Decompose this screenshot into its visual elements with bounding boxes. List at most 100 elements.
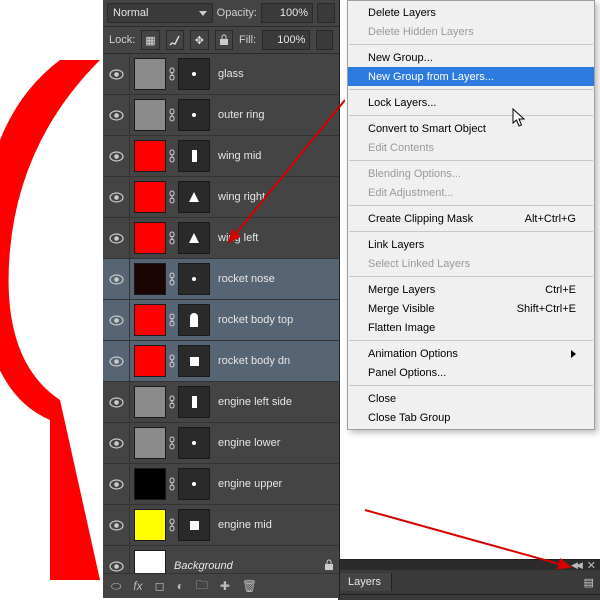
link-layers-icon[interactable]: ⬭ [111, 579, 121, 594]
visibility-toggle[interactable] [103, 505, 130, 545]
mask-link-icon[interactable] [166, 108, 178, 122]
layer-thumbnail[interactable] [134, 509, 166, 541]
menu-item[interactable]: Link Layers [348, 235, 594, 254]
mask-thumbnail[interactable] [178, 58, 210, 90]
layer-thumbnail[interactable] [134, 468, 166, 500]
visibility-toggle[interactable] [103, 218, 130, 258]
layer-thumbnail[interactable] [134, 140, 166, 172]
layer-row[interactable]: engine left side [103, 382, 339, 423]
layer-thumbnail[interactable] [134, 386, 166, 418]
layer-thumbnail[interactable] [134, 263, 166, 295]
mask-link-icon[interactable] [166, 67, 178, 81]
mask-link-icon[interactable] [166, 272, 178, 286]
mask-thumbnail[interactable] [178, 140, 210, 172]
layer-row[interactable]: glass [103, 54, 339, 95]
visibility-toggle[interactable] [103, 341, 130, 381]
visibility-toggle[interactable] [103, 464, 130, 504]
mask-link-icon[interactable] [166, 231, 178, 245]
layer-style-icon[interactable]: fx [133, 579, 142, 593]
layer-thumbnail[interactable] [134, 304, 166, 336]
menu-item[interactable]: Create Clipping MaskAlt+Ctrl+G [348, 209, 594, 228]
opacity-flyout[interactable] [317, 3, 335, 23]
visibility-toggle[interactable] [103, 54, 130, 94]
layer-row[interactable]: rocket body dn [103, 341, 339, 382]
mask-link-icon[interactable] [166, 477, 178, 491]
visibility-toggle[interactable] [103, 136, 130, 176]
mask-link-icon[interactable] [166, 354, 178, 368]
fill-flyout[interactable] [316, 30, 333, 50]
menu-item[interactable]: New Group from Layers... [348, 67, 594, 86]
new-layer-icon[interactable]: ✚ [220, 579, 230, 593]
mask-thumbnail[interactable] [178, 181, 210, 213]
layer-mask-icon[interactable]: ◻ [155, 579, 165, 593]
layer-name[interactable]: engine left side [210, 396, 339, 408]
layer-thumbnail[interactable] [134, 427, 166, 459]
delete-layer-icon[interactable]: 🗑 [242, 579, 257, 593]
layer-row[interactable]: engine mid [103, 505, 339, 546]
layer-name[interactable]: engine upper [210, 478, 339, 490]
mask-link-icon[interactable] [166, 436, 178, 450]
lock-all-button[interactable] [215, 30, 233, 50]
layers-tab[interactable]: Layers [338, 573, 392, 591]
lock-position-button[interactable]: ✥ [190, 30, 208, 50]
opacity-input[interactable]: 100% [261, 3, 313, 23]
menu-item[interactable]: Convert to Smart Object [348, 119, 594, 138]
menu-item-label: Convert to Smart Object [368, 123, 486, 135]
layer-thumbnail[interactable] [134, 345, 166, 377]
visibility-toggle[interactable] [103, 382, 130, 422]
mask-thumbnail[interactable] [178, 468, 210, 500]
mask-thumbnail[interactable] [178, 345, 210, 377]
menu-item[interactable]: Merge VisibleShift+Ctrl+E [348, 299, 594, 318]
new-group-icon[interactable]: 🗀 [196, 576, 208, 597]
layer-thumbnail[interactable] [134, 181, 166, 213]
mask-link-icon[interactable] [166, 149, 178, 163]
menu-item[interactable]: Panel Options... [348, 363, 594, 382]
layer-name[interactable]: rocket body top [210, 314, 339, 326]
layer-row[interactable]: engine upper [103, 464, 339, 505]
menu-item[interactable]: Lock Layers... [348, 93, 594, 112]
layer-row[interactable]: rocket nose [103, 259, 339, 300]
blend-mode-select[interactable]: Normal [107, 3, 213, 23]
layer-name[interactable]: Background [166, 560, 319, 572]
layer-thumbnail[interactable] [134, 58, 166, 90]
fill-input[interactable]: 100% [262, 30, 310, 50]
mask-thumbnail[interactable] [178, 222, 210, 254]
menu-item[interactable]: Merge LayersCtrl+E [348, 280, 594, 299]
mask-thumbnail[interactable] [178, 304, 210, 336]
mask-link-icon[interactable] [166, 395, 178, 409]
layer-name[interactable]: engine mid [210, 519, 339, 531]
mask-link-icon[interactable] [166, 190, 178, 204]
mask-thumbnail[interactable] [178, 263, 210, 295]
layer-name[interactable]: rocket nose [210, 273, 339, 285]
mask-thumbnail[interactable] [178, 99, 210, 131]
lock-pixels-button[interactable] [166, 30, 184, 50]
layer-thumbnail[interactable] [134, 222, 166, 254]
layer-name[interactable]: glass [210, 68, 339, 80]
adjustment-layer-icon[interactable]: ◐ [177, 579, 184, 593]
mask-thumbnail[interactable] [178, 509, 210, 541]
visibility-toggle[interactable] [103, 423, 130, 463]
menu-item[interactable]: Close [348, 389, 594, 408]
menu-item[interactable]: Close Tab Group [348, 408, 594, 427]
menu-item[interactable]: Delete Layers [348, 3, 594, 22]
mask-thumbnail[interactable] [178, 427, 210, 459]
visibility-toggle[interactable] [103, 300, 130, 340]
visibility-toggle[interactable] [103, 177, 130, 217]
lock-transparent-button[interactable]: ▦ [141, 30, 159, 50]
mask-link-icon[interactable] [166, 313, 178, 327]
close-icon[interactable]: ✕ [587, 559, 596, 572]
menu-item-label: Merge Visible [368, 303, 434, 315]
mask-thumbnail[interactable] [178, 386, 210, 418]
visibility-toggle[interactable] [103, 259, 130, 299]
visibility-toggle[interactable] [103, 95, 130, 135]
panel-menu-icon[interactable]: ▤ [584, 576, 594, 589]
layer-name[interactable]: engine lower [210, 437, 339, 449]
layer-thumbnail[interactable] [134, 99, 166, 131]
layer-name[interactable]: rocket body dn [210, 355, 339, 367]
menu-item[interactable]: Animation Options [348, 344, 594, 363]
menu-item[interactable]: New Group... [348, 48, 594, 67]
layer-row[interactable]: engine lower [103, 423, 339, 464]
mask-link-icon[interactable] [166, 518, 178, 532]
menu-item[interactable]: Flatten Image [348, 318, 594, 337]
layer-row[interactable]: rocket body top [103, 300, 339, 341]
